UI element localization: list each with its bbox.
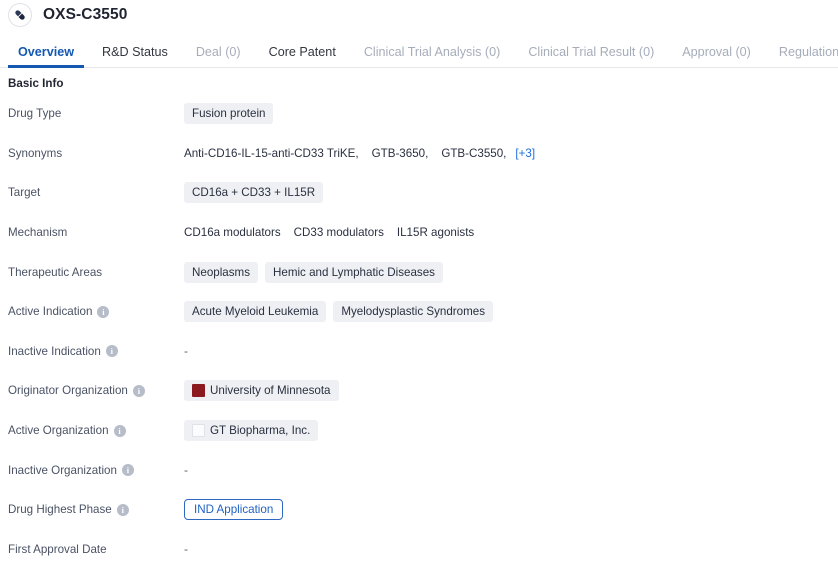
field-label-text: Active Organization xyxy=(8,424,109,438)
field-value-therapeutic-areas: Neoplasms Hemic and Lymphatic Diseases xyxy=(184,261,838,283)
field-label-text: Mechanism xyxy=(8,226,68,240)
mechanism-item: CD33 modulators xyxy=(293,226,384,240)
therapeutic-area-chip[interactable]: Hemic and Lymphatic Diseases xyxy=(265,261,443,283)
capsule-icon xyxy=(8,3,32,27)
field-label-therapeutic-areas: Therapeutic Areas xyxy=(8,266,184,279)
field-value-synonyms: Anti-CD16-IL-15-anti-CD33 TriKE, GTB-365… xyxy=(184,147,838,160)
field-label-active-indication: Active Indication i xyxy=(8,305,184,318)
organization-name: University of Minnesota xyxy=(210,384,331,398)
tab-clinical-trial-result[interactable]: Clinical Trial Result (0) xyxy=(514,46,668,67)
field-value-inactive-indication: - xyxy=(184,344,838,358)
synonym-item: GTB-C3550, xyxy=(441,146,507,160)
target-chip[interactable]: CD16a + CD33 + IL15R xyxy=(184,182,324,204)
field-label-first-approval-date: First Approval Date xyxy=(8,543,184,556)
synonym-item: Anti-CD16-IL-15-anti-CD33 TriKE, xyxy=(184,146,359,160)
field-label-active-organization: Active Organization i xyxy=(8,424,184,437)
info-icon[interactable]: i xyxy=(97,305,110,318)
field-row-first-approval-date: First Approval Date - xyxy=(0,530,838,561)
info-icon[interactable]: i xyxy=(105,345,118,358)
field-label-text: Inactive Indication xyxy=(8,344,101,358)
field-row-drug-type: Drug Type Fusion protein xyxy=(0,94,838,134)
tab-approval[interactable]: Approval (0) xyxy=(668,46,765,67)
basic-info-rows: Drug Type Fusion protein Synonyms Anti-C… xyxy=(0,90,838,561)
active-organization-chip[interactable]: GT Biopharma, Inc. xyxy=(184,420,319,442)
tab-overview[interactable]: Overview xyxy=(4,46,88,68)
field-label-text: Originator Organization xyxy=(8,384,128,398)
empty-value: - xyxy=(184,463,188,478)
university-of-minnesota-logo-icon xyxy=(192,384,205,398)
field-label-text: Inactive Organization xyxy=(8,463,117,477)
field-label-synonyms: Synonyms xyxy=(8,147,184,160)
field-row-active-indication: Active Indication i Acute Myeloid Leukem… xyxy=(0,292,838,332)
originator-organization-chip[interactable]: University of Minnesota xyxy=(184,380,339,402)
field-label-inactive-organization: Inactive Organization i xyxy=(8,464,184,477)
mechanism-item: IL15R agonists xyxy=(396,226,475,240)
tab-rd-status[interactable]: R&D Status xyxy=(88,46,182,67)
field-label-text: Active Indication xyxy=(8,305,93,319)
tab-regulation[interactable]: Regulation (0) xyxy=(765,46,838,67)
empty-value: - xyxy=(184,542,188,557)
field-value-originator-organization: University of Minnesota xyxy=(184,380,838,402)
field-row-drug-highest-phase: Drug Highest Phase i IND Application xyxy=(0,490,838,530)
field-label-text: Drug Highest Phase xyxy=(8,503,112,517)
drug-type-chip[interactable]: Fusion protein xyxy=(184,103,274,125)
page-title: OXS-C3550 xyxy=(43,6,128,23)
tab-core-patent[interactable]: Core Patent xyxy=(255,46,350,67)
synonyms-show-more-link[interactable]: [+3] xyxy=(515,147,535,160)
mechanism-item: CD16a modulators xyxy=(184,226,281,240)
field-row-synonyms: Synonyms Anti-CD16-IL-15-anti-CD33 TriKE… xyxy=(0,134,838,174)
field-row-target: Target CD16a + CD33 + IL15R xyxy=(0,173,838,213)
section-title-basic-info: Basic Info xyxy=(8,77,64,90)
field-row-mechanism: Mechanism CD16a modulators CD33 modulato… xyxy=(0,213,838,253)
field-row-inactive-organization: Inactive Organization i - xyxy=(0,450,838,490)
drug-detail-page: OXS-C3550 Overview R&D Status Deal (0) C… xyxy=(0,0,838,561)
field-label-text: First Approval Date xyxy=(8,542,107,556)
field-label-inactive-indication: Inactive Indication i xyxy=(8,345,184,358)
field-label-text: Drug Type xyxy=(8,107,62,121)
field-value-drug-type: Fusion protein xyxy=(184,103,838,125)
field-value-mechanism: CD16a modulators CD33 modulators IL15R a… xyxy=(184,226,838,239)
field-value-first-approval-date: - xyxy=(184,542,838,556)
field-value-target: CD16a + CD33 + IL15R xyxy=(184,182,838,204)
empty-value: - xyxy=(184,344,188,359)
page-header: OXS-C3550 xyxy=(0,0,838,30)
active-indication-chip[interactable]: Acute Myeloid Leukemia xyxy=(184,301,327,323)
field-row-originator-organization: Originator Organization i University of … xyxy=(0,371,838,411)
synonym-item: GTB-3650, xyxy=(371,146,429,160)
field-label-drug-type: Drug Type xyxy=(8,107,184,120)
active-indication-chip[interactable]: Myelodysplastic Syndromes xyxy=(333,301,494,323)
info-icon[interactable]: i xyxy=(116,503,129,516)
field-label-mechanism: Mechanism xyxy=(8,226,184,239)
field-value-inactive-organization: - xyxy=(184,463,838,477)
therapeutic-area-chip[interactable]: Neoplasms xyxy=(184,261,258,283)
tab-clinical-trial-analysis[interactable]: Clinical Trial Analysis (0) xyxy=(350,46,514,67)
drug-highest-phase-badge[interactable]: IND Application xyxy=(184,499,284,521)
tab-bar: Overview R&D Status Deal (0) Core Patent… xyxy=(0,36,838,68)
field-label-originator-organization: Originator Organization i xyxy=(8,384,184,397)
field-value-active-organization: GT Biopharma, Inc. xyxy=(184,420,838,442)
info-icon[interactable]: i xyxy=(121,464,134,477)
tab-deal[interactable]: Deal (0) xyxy=(182,46,255,67)
field-label-text: Target xyxy=(8,186,41,200)
field-label-text: Therapeutic Areas xyxy=(8,265,103,279)
field-label-drug-highest-phase: Drug Highest Phase i xyxy=(8,503,184,516)
info-icon[interactable]: i xyxy=(132,384,145,397)
field-row-therapeutic-areas: Therapeutic Areas Neoplasms Hemic and Ly… xyxy=(0,252,838,292)
info-icon[interactable]: i xyxy=(113,424,126,437)
field-label-target: Target xyxy=(8,186,184,199)
field-label-text: Synonyms xyxy=(8,146,63,160)
field-value-drug-highest-phase: IND Application xyxy=(184,499,838,521)
organization-name: GT Biopharma, Inc. xyxy=(210,424,311,438)
field-value-active-indication: Acute Myeloid Leukemia Myelodysplastic S… xyxy=(184,301,838,323)
gt-biopharma-logo-icon xyxy=(192,424,205,438)
field-row-inactive-indication: Inactive Indication i - xyxy=(0,332,838,372)
field-row-active-organization: Active Organization i GT Biopharma, Inc. xyxy=(0,411,838,451)
